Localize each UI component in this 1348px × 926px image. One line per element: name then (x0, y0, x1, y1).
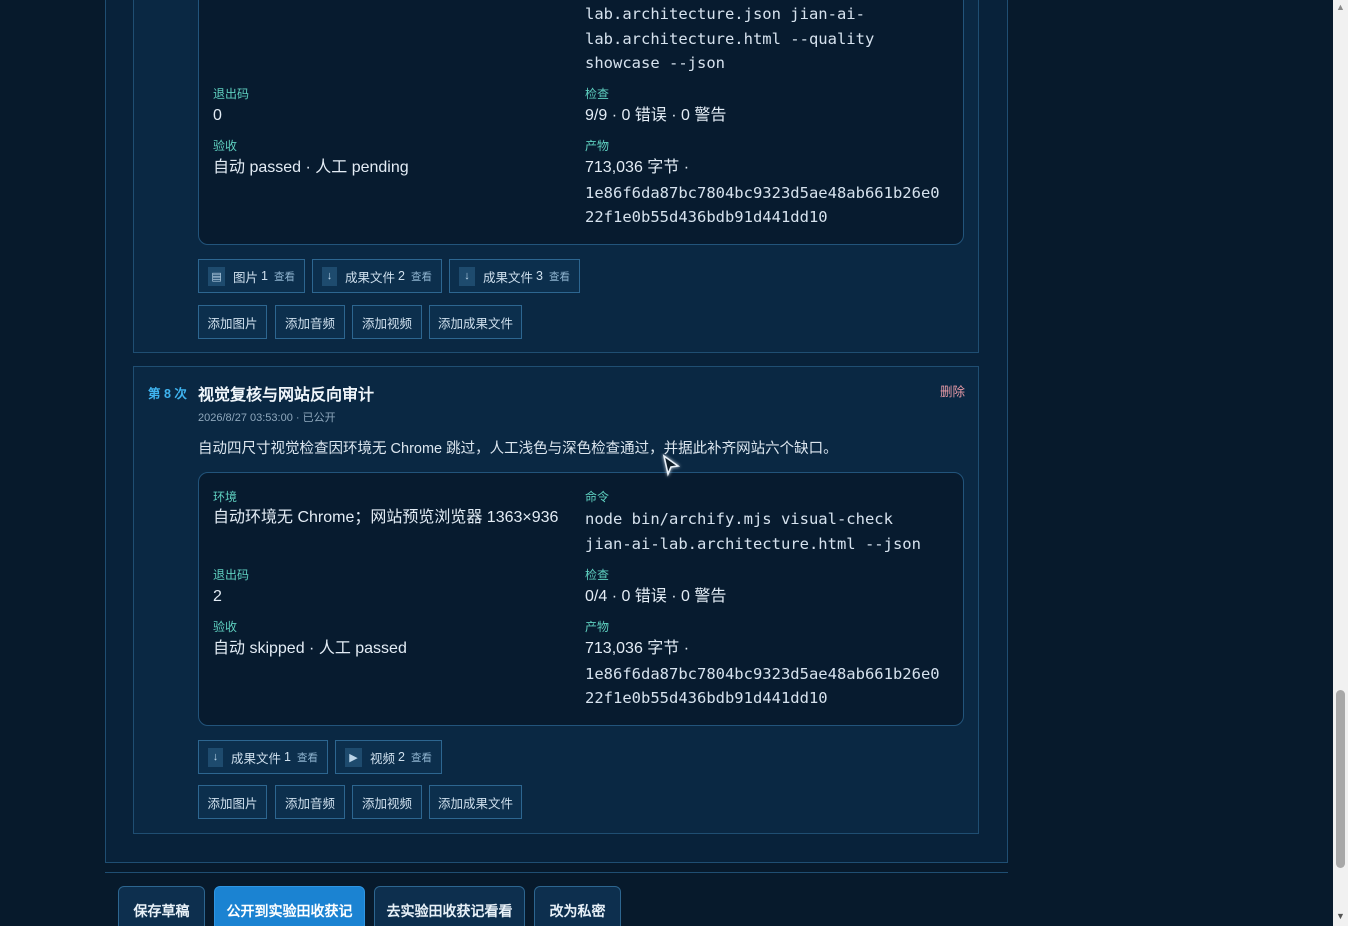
add-artifact-button[interactable]: 添加成果文件 (429, 785, 522, 819)
check-label: 检查 (585, 87, 610, 101)
attachment-count: 2 (398, 269, 405, 283)
attachment-view-link[interactable]: 查看 (274, 269, 295, 284)
download-icon: ↓ (208, 747, 224, 767)
attachment-label: 图片 (233, 270, 259, 285)
attachment-count: 3 (536, 269, 543, 283)
download-icon: ↓ (322, 266, 338, 286)
add-video-button[interactable]: 添加视频 (352, 305, 422, 339)
attachment-count: 1 (261, 269, 268, 283)
save-draft-button[interactable]: 保存草稿 (118, 886, 205, 926)
add-video-button[interactable]: 添加视频 (352, 785, 422, 819)
attachment-video[interactable]: ▶ 视频 2 查看 (335, 740, 442, 774)
attachment-label: 成果文件 (231, 751, 282, 766)
exit-code-value: 2 (213, 588, 222, 605)
add-audio-button[interactable]: 添加音频 (275, 785, 345, 819)
attachment-count: 1 (284, 750, 291, 764)
scroll-up-arrow-icon[interactable]: ▲ (1335, 2, 1346, 13)
run-meta: 2026/8/27 03:53:00 · 已公开 (198, 412, 336, 424)
acceptance-value: 自动 skipped · 人工 passed (213, 640, 407, 657)
command-value: lab.architecture.json jian-ai- lab.archi… (585, 5, 875, 72)
attachment-view-link[interactable]: 查看 (549, 269, 570, 284)
add-audio-button[interactable]: 添加音频 (275, 305, 345, 339)
download-icon: ↓ (459, 266, 476, 286)
attachment-label: 视频 (370, 751, 396, 766)
acceptance-label: 验收 (213, 620, 238, 634)
attachment-view-link[interactable]: 查看 (411, 750, 432, 765)
acceptance-label: 验收 (213, 139, 238, 153)
check-value: 0/4 · 0 错误 · 0 警告 (585, 588, 727, 605)
artifact-value: 713,036 字节 · 1e86f6da87bc7804bc9323d5ae4… (585, 640, 940, 707)
go-view-button[interactable]: 去实验田收获记看看 (374, 886, 525, 926)
scroll-down-arrow-icon[interactable]: ▼ (1335, 911, 1346, 922)
attachment-image[interactable]: ▤ 图片 1 查看 (198, 259, 305, 293)
command-label: 命令 (585, 490, 610, 504)
play-icon: ▶ (345, 747, 363, 767)
attachment-count: 2 (398, 750, 405, 764)
image-icon: ▤ (208, 266, 226, 286)
delete-button[interactable]: 删除 (940, 381, 965, 400)
mouse-cursor-icon (662, 454, 681, 477)
run-number: 第 8 次 (148, 387, 187, 401)
acceptance-value: 自动 passed · 人工 pending (213, 159, 409, 176)
attachment-view-link[interactable]: 查看 (297, 750, 318, 765)
command-value: node bin/archify.mjs visual-check jian-a… (585, 510, 921, 553)
run-title: 视觉复核与网站反向审计 (198, 387, 375, 404)
artifact-label: 产物 (585, 139, 610, 153)
attachment-label: 成果文件 (483, 270, 534, 285)
attachment-label: 成果文件 (345, 270, 396, 285)
exit-code-value: 0 (213, 107, 222, 124)
scrollbar-thumb[interactable] (1336, 690, 1345, 868)
attachment-file[interactable]: ↓ 成果文件 3 查看 (449, 259, 580, 293)
add-artifact-button[interactable]: 添加成果文件 (429, 305, 522, 339)
run-description: 自动四尺寸视觉检查因环境无 Chrome 跳过，人工浅色与深色检查通过，并据此补… (198, 441, 838, 457)
exit-code-label: 退出码 (213, 568, 250, 582)
add-image-button[interactable]: 添加图片 (198, 305, 267, 339)
make-private-button[interactable]: 改为私密 (534, 886, 621, 926)
check-value: 9/9 · 0 错误 · 0 警告 (585, 107, 727, 124)
check-label: 检查 (585, 568, 610, 582)
add-image-button[interactable]: 添加图片 (198, 785, 267, 819)
attachment-view-link[interactable]: 查看 (411, 269, 432, 284)
artifact-value: 713,036 字节 · 1e86f6da87bc7804bc9323d5ae4… (585, 159, 940, 226)
artifact-label: 产物 (585, 620, 610, 634)
publish-button[interactable]: 公开到实验田收获记 (214, 886, 365, 926)
exit-code-label: 退出码 (213, 87, 250, 101)
footer-divider (105, 872, 1008, 873)
environment-value: 自动环境无 Chrome；网站预览浏览器 1363×936 (213, 509, 559, 526)
attachment-file[interactable]: ↓ 成果文件 1 查看 (198, 740, 328, 774)
attachment-file[interactable]: ↓ 成果文件 2 查看 (312, 259, 442, 293)
environment-label: 环境 (213, 490, 238, 504)
